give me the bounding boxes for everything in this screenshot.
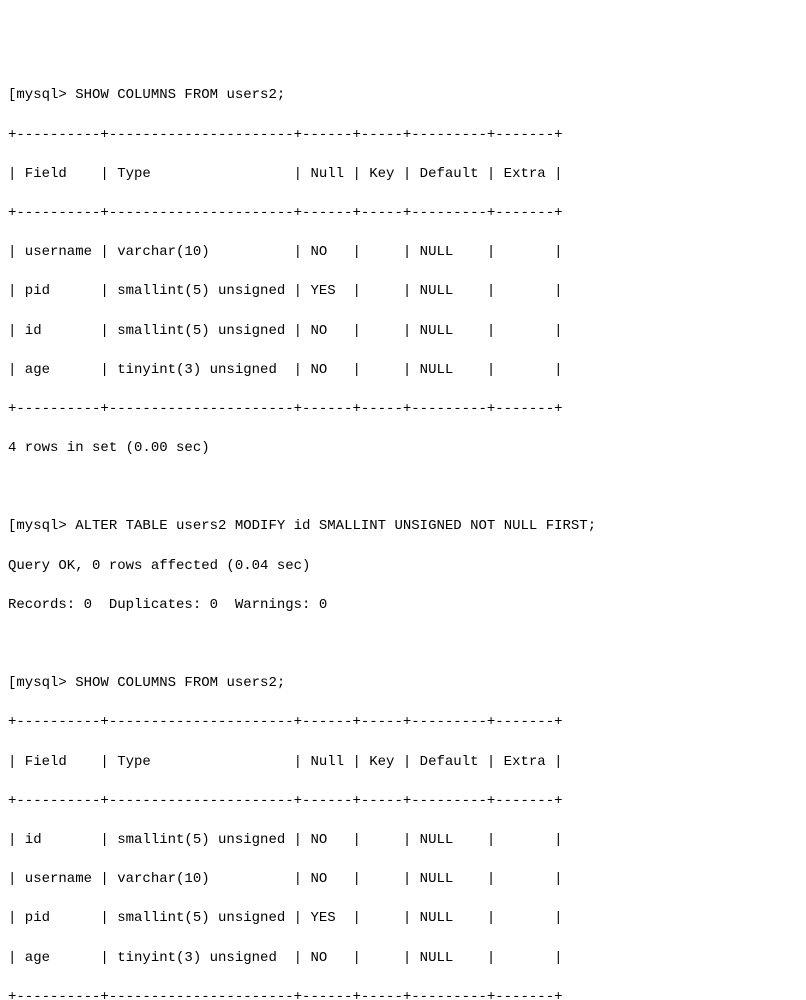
table-row: | pid | smallint(5) unsigned | YES | | N…	[8, 909, 798, 929]
query-ok: Query OK, 0 rows affected (0.04 sec)	[8, 557, 798, 577]
terminal-output: [mysql> SHOW COLUMNS FROM users2; +-----…	[8, 67, 798, 1000]
table-border: +----------+----------------------+-----…	[8, 792, 798, 812]
table-border: +----------+----------------------+-----…	[8, 988, 798, 1000]
table-row: | age | tinyint(3) unsigned | NO | | NUL…	[8, 949, 798, 969]
table-border: +----------+----------------------+-----…	[8, 400, 798, 420]
table-border: +----------+----------------------+-----…	[8, 204, 798, 224]
blank-line	[8, 478, 798, 498]
blank-line	[8, 635, 798, 655]
sql-command: SHOW COLUMNS FROM users2;	[75, 675, 285, 691]
table-row: | username | varchar(10) | NO | | NULL |…	[8, 243, 798, 263]
prompt-line-1[interactable]: [mysql> SHOW COLUMNS FROM users2;	[8, 86, 798, 106]
table-row: | username | varchar(10) | NO | | NULL |…	[8, 870, 798, 890]
table-header: | Field | Type | Null | Key | Default | …	[8, 165, 798, 185]
mysql-prompt: [mysql>	[8, 675, 67, 691]
mysql-prompt: [mysql>	[8, 87, 67, 103]
table-row: | pid | smallint(5) unsigned | YES | | N…	[8, 282, 798, 302]
sql-command: SHOW COLUMNS FROM users2;	[75, 87, 285, 103]
records-line: Records: 0 Duplicates: 0 Warnings: 0	[8, 596, 798, 616]
table-row: | id | smallint(5) unsigned | NO | | NUL…	[8, 322, 798, 342]
prompt-line-3[interactable]: [mysql> SHOW COLUMNS FROM users2;	[8, 674, 798, 694]
result-summary: 4 rows in set (0.00 sec)	[8, 439, 798, 459]
table-header: | Field | Type | Null | Key | Default | …	[8, 753, 798, 773]
prompt-line-2[interactable]: [mysql> ALTER TABLE users2 MODIFY id SMA…	[8, 517, 798, 537]
sql-command: ALTER TABLE users2 MODIFY id SMALLINT UN…	[75, 518, 596, 534]
table-border: +----------+----------------------+-----…	[8, 126, 798, 146]
table-row: | id | smallint(5) unsigned | NO | | NUL…	[8, 831, 798, 851]
table-border: +----------+----------------------+-----…	[8, 713, 798, 733]
mysql-prompt: [mysql>	[8, 518, 67, 534]
table-row: | age | tinyint(3) unsigned | NO | | NUL…	[8, 361, 798, 381]
